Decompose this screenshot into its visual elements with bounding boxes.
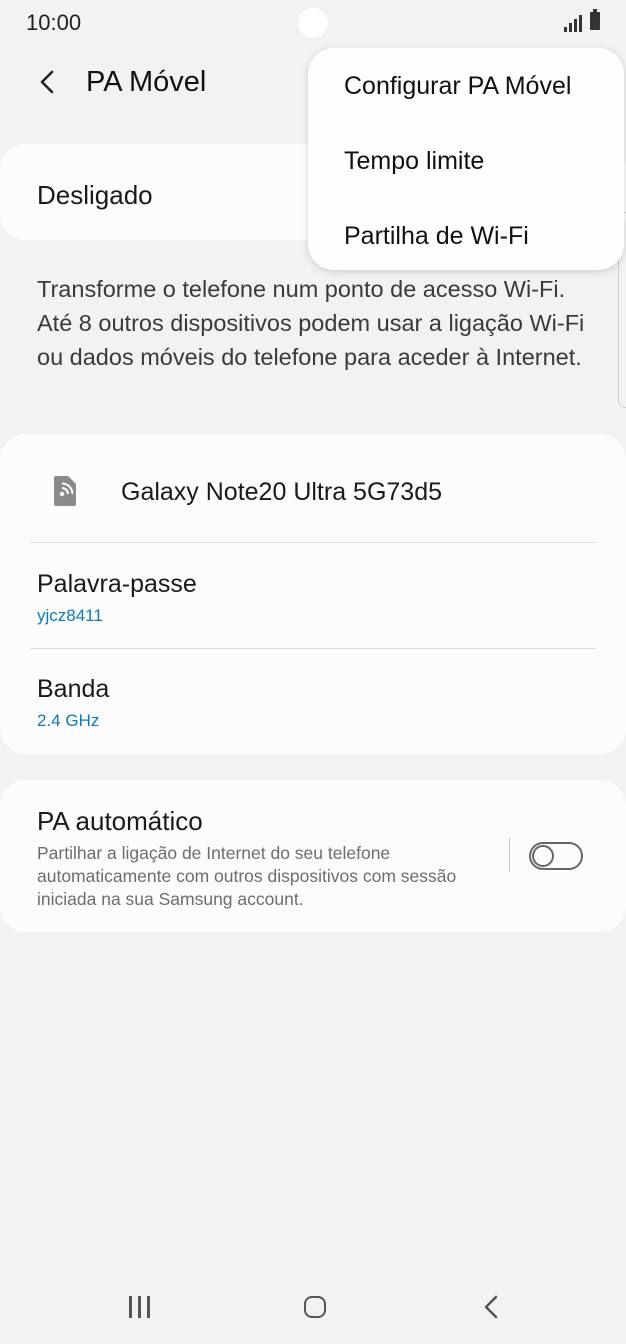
home-icon[interactable]	[304, 1296, 326, 1318]
band-value: 2.4 GHz	[37, 711, 100, 730]
recents-icon[interactable]	[129, 1296, 151, 1318]
menu-item-wifi-sharing[interactable]: Partilha de Wi-Fi	[344, 222, 529, 251]
menu-item-configure-hotspot[interactable]: Configurar PA Móvel	[344, 72, 571, 101]
hotspot-icon	[54, 476, 76, 506]
status-bar: 10:00	[0, 0, 626, 48]
hotspot-state-label: Desligado	[37, 180, 153, 210]
password-value: yjcz8411	[37, 606, 103, 625]
status-time: 10:00	[26, 10, 82, 35]
back-button[interactable]	[30, 64, 66, 100]
menu-item-timeout[interactable]: Tempo limite	[344, 147, 484, 176]
navigation-bar	[0, 1272, 626, 1344]
divider	[509, 838, 510, 872]
page-title: PA Móvel	[86, 66, 207, 98]
band-label: Banda	[37, 675, 110, 703]
hotspot-description: Transforme o telefone num ponto de acess…	[37, 276, 585, 370]
auto-hotspot-title: PA automático	[37, 806, 203, 836]
password-label: Palavra-passe	[37, 570, 197, 598]
battery-icon	[590, 9, 600, 30]
network-info-card: Galaxy Note20 Ultra 5G73d5 Palavra-passe…	[0, 434, 626, 754]
band-row[interactable]: Banda 2.4 GHz	[0, 649, 626, 754]
nav-back-icon[interactable]	[480, 1294, 504, 1320]
overflow-menu: Configurar PA Móvel Tempo limite Partilh…	[308, 48, 624, 270]
camera-cutout	[298, 8, 328, 38]
auto-hotspot-card[interactable]: PA automático Partilhar a ligação de Int…	[0, 780, 626, 932]
network-name-row[interactable]: Galaxy Note20 Ultra 5G73d5	[0, 434, 626, 542]
network-name: Galaxy Note20 Ultra 5G73d5	[121, 478, 443, 506]
signal-icon	[564, 14, 582, 32]
toggle-knob	[532, 845, 554, 867]
back-arrow-icon	[40, 70, 54, 94]
password-row[interactable]: Palavra-passe yjcz8411	[0, 543, 626, 648]
auto-hotspot-description: Partilhar a ligação de Internet do seu t…	[37, 843, 457, 909]
auto-hotspot-toggle[interactable]	[529, 842, 583, 870]
